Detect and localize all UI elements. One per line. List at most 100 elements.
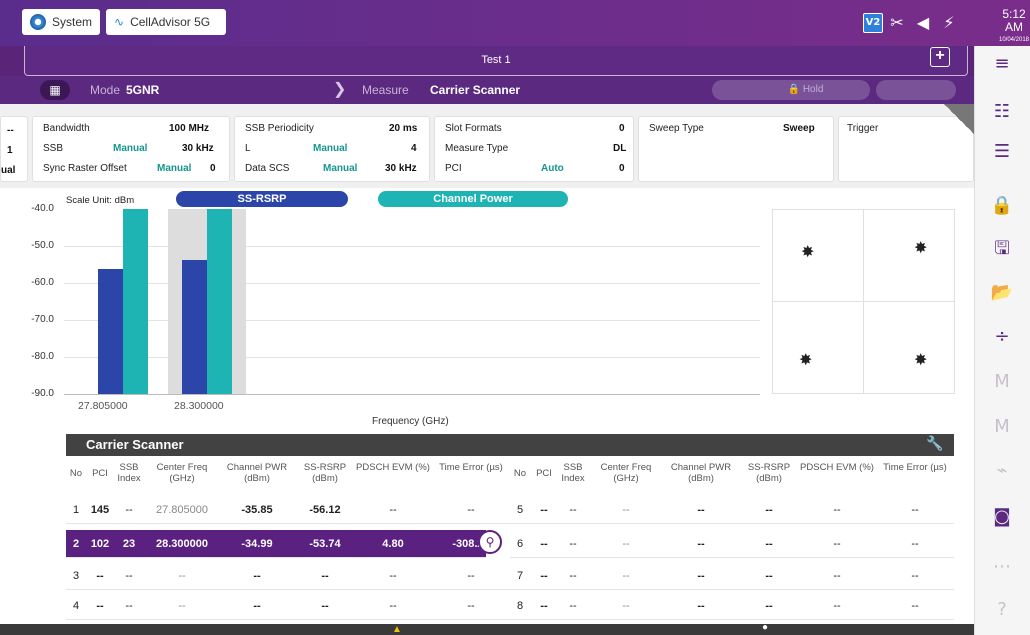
table-cell: -- [321,600,329,612]
table-cell: -- [253,600,261,612]
table-cell: -- [765,538,773,550]
bar-channel-power-1 [123,209,148,394]
table-cell: -- [178,570,186,582]
constellation-cluster-icon: ✸ [914,238,928,257]
table-row[interactable]: 3 -- -- -- -- -- -- -- [66,562,510,590]
table-cell: 5 [516,504,524,516]
column-header: Channel PWR (dBm) [226,462,288,484]
table-cell: -- [569,538,577,550]
table-cell: -- [911,538,919,550]
constellation-plot-3[interactable]: ✸ [772,301,864,394]
table-cell: -- [125,570,133,582]
table-cell: -- [833,538,841,550]
column-header: PCI [92,468,108,479]
constellation-plot-1[interactable]: ✸ [772,209,864,302]
folder-icon[interactable]: 📂 [974,281,1030,305]
wrench-icon[interactable]: 🔧 [926,436,943,452]
bar-ss-rsrp-2 [182,259,207,394]
signal-icon[interactable]: ⌁ [974,459,1030,483]
table-cell: -- [911,600,919,612]
table-cell: -53.74 [309,538,341,550]
table-cell: 4 [72,600,80,612]
table-cell: -- [911,570,919,582]
table-cell: 23 [122,538,136,550]
table-cell: -- [540,538,548,550]
table-row[interactable]: 5 -- -- -- -- -- -- -- [510,496,954,524]
column-header: Time Error (µs) [439,462,503,473]
table-row[interactable]: 8 -- -- -- -- -- -- -- [510,592,954,620]
menu-icon[interactable]: ≡ [974,52,1030,76]
location-icon[interactable]: ● [762,622,768,633]
carrier-scanner-header: Carrier Scanner [66,434,954,456]
column-header: PDSCH EVM (%) [356,462,430,473]
column-header: SSB Index [117,462,141,484]
constellation-plot-2[interactable]: ✸ [863,209,955,302]
table-cell: -- [321,570,329,582]
table-cell: -- [697,504,705,516]
bar-ss-rsrp-1 [98,268,123,394]
column-header: Time Error (µs) [883,462,947,473]
table-row[interactable]: 7 -- -- -- -- -- -- -- [510,562,954,590]
table-cell: 28.300000 [156,538,208,550]
table-cell: -- [833,504,841,516]
display-icon[interactable]: ☰ [974,140,1030,164]
table-cell: -- [569,600,577,612]
status-footer [0,624,974,635]
table-cell: -- [765,504,773,516]
table-row[interactable]: 6 -- -- -- -- -- -- -- [510,530,954,558]
table-cell: -- [697,570,705,582]
table-cell: -- [125,600,133,612]
table-cell: -- [622,504,630,516]
x-tick-label: 27.805000 [78,400,128,412]
split-icon[interactable]: ÷ [974,325,1030,349]
save-icon[interactable]: 🖫 [974,237,1030,261]
settings-sliders-icon[interactable]: ☷ [974,100,1030,124]
table-cell: -- [467,570,475,582]
time: 5:12 AM [1002,7,1026,34]
table-cell: 8 [516,600,524,612]
table-cell: 2 [72,538,80,550]
table-cell: -- [467,504,475,516]
column-header: Center Freq (GHz) [156,462,208,484]
table-cell: -- [540,504,548,516]
column-header: No [69,468,83,479]
table-cell: -- [697,600,705,612]
table-cell: -- [178,600,186,612]
table-cell: -- [622,538,630,550]
table-cell: 3 [72,570,80,582]
constellation-cluster-icon: ✸ [801,242,815,261]
column-header: Channel PWR (dBm) [670,462,732,484]
more-icon[interactable]: ⋯ [974,555,1030,579]
lock-icon[interactable]: 🔒 [974,194,1030,218]
marker-icon[interactable]: M [974,370,1030,394]
table-cell: -- [389,504,397,516]
column-header: Center Freq (GHz) [600,462,652,484]
column-header: No [513,468,527,479]
table-cell: -- [540,600,548,612]
column-header: SS-RSRP (dBm) [303,462,347,484]
table-row[interactable]: 2 102 23 28.300000 -34.99 -53.74 4.80 -308.22 [66,530,490,558]
search-icon[interactable]: ⚲ [478,530,502,554]
column-header: PCI [536,468,552,479]
table-cell: -- [911,504,919,516]
table-cell: 6 [516,538,524,550]
table-cell: -34.99 [241,538,273,550]
screenshot-icon[interactable]: ◙ [974,505,1030,529]
constellation-plot-4[interactable]: ✸ [863,301,955,394]
column-header: SSB Index [561,462,585,484]
table-cell: -- [467,600,475,612]
marker-icon-2[interactable]: M [974,415,1030,439]
help-icon[interactable]: ? [974,598,1030,622]
clock: 5:12 AM 10/04/2018 [998,8,1030,47]
table-row[interactable]: 4 -- -- -- -- -- -- -- [66,592,510,620]
table-cell: -- [697,538,705,550]
table-cell: 27.805000 [156,504,208,516]
table-row[interactable]: 1 145 -- 27.805000 -35.85 -56.12 -- -- [66,496,510,524]
table-cell: 7 [516,570,524,582]
warning-icon[interactable]: ▲ [392,624,402,635]
constellation-cluster-icon: ✸ [799,350,813,369]
table-cell: -56.12 [309,504,341,516]
x-tick-label: 28.300000 [174,400,224,412]
table-cell: -- [569,504,577,516]
table-cell: -- [622,600,630,612]
